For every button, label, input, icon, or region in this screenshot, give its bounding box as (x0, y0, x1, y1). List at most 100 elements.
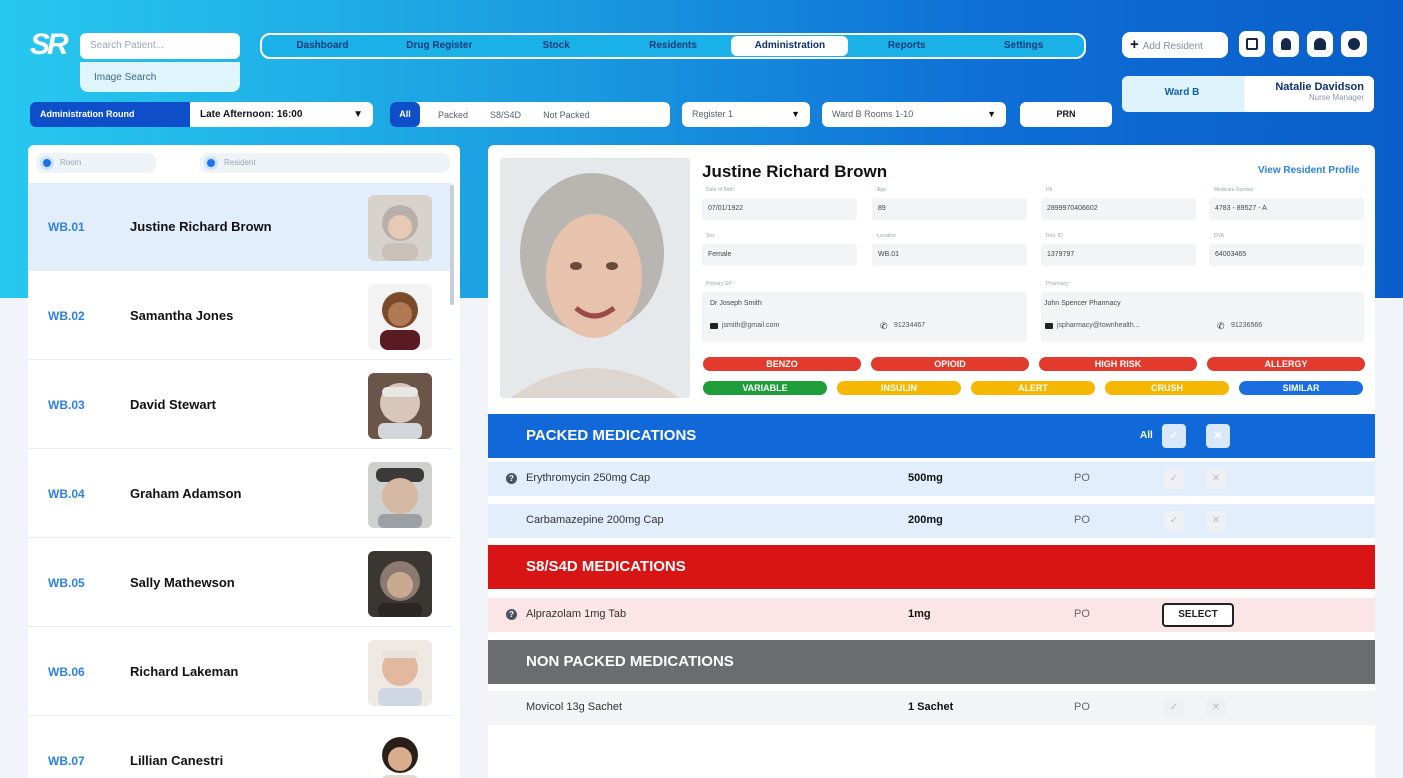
pharmacy-phone[interactable]: 91236566 (1231, 322, 1262, 329)
tag-variable[interactable]: VARIABLE (703, 381, 827, 395)
resident-list-scrollbar[interactable] (450, 185, 454, 305)
phone-icon: ✆ (880, 321, 888, 331)
prn-button[interactable]: PRN (1020, 102, 1112, 127)
tag-insulin[interactable]: INSULIN (837, 381, 961, 395)
field-value: 64003465 (1209, 244, 1364, 266)
rooms-select[interactable]: Ward B Rooms 1-10 ▼ (822, 102, 1006, 127)
resident-name: Sally Mathewson (130, 575, 235, 590)
check-icon[interactable]: ✓ (1164, 511, 1184, 531)
tab-residents[interactable]: Residents (615, 36, 732, 56)
tab-drug-register[interactable]: Drug Register (381, 36, 498, 56)
close-icon[interactable]: ✕ (1206, 698, 1226, 718)
email-icon (1045, 323, 1053, 329)
tag-opioid[interactable]: OPIOID (871, 357, 1029, 371)
resident-search[interactable]: Resident (200, 153, 450, 173)
tag-crush[interactable]: CRUSH (1105, 381, 1229, 395)
tag-benzo[interactable]: BENZO (703, 357, 861, 371)
select-button[interactable]: SELECT (1162, 603, 1234, 627)
tag-high-risk[interactable]: HIGH RISK (1039, 357, 1197, 371)
resident-avatar (368, 373, 432, 439)
resident-name: David Stewart (130, 397, 216, 412)
calendar-icon[interactable] (1239, 31, 1265, 57)
view-resident-profile-link[interactable]: View Resident Profile (1258, 165, 1360, 176)
field-value: 1379797 (1041, 244, 1196, 266)
tab-settings[interactable]: Settings (965, 36, 1082, 56)
close-icon[interactable]: ✕ (1206, 469, 1226, 489)
tab-dashboard[interactable]: Dashboard (264, 36, 381, 56)
info-icon[interactable]: ? (506, 609, 517, 620)
resident-row[interactable]: WB.05 Sally Mathewson (28, 539, 452, 627)
search-patient-input[interactable]: Search Patient... (80, 33, 240, 59)
app-logo[interactable]: SR (30, 28, 70, 68)
round-select[interactable]: Late Afternoon: 16:00 ▼ (190, 102, 373, 127)
ward-label[interactable]: Ward B (1134, 87, 1230, 98)
resident-row[interactable]: WB.07 Lillian Canestri (28, 717, 452, 778)
room-number: WB.03 (48, 398, 85, 412)
rooms-value: Ward B Rooms 1-10 (832, 109, 914, 119)
resident-name: Lillian Canestri (130, 753, 224, 768)
user-card[interactable]: Natalie Davidson Nurse Manager (1244, 76, 1374, 112)
field-label: Sex (706, 233, 715, 239)
tab-reports[interactable]: Reports (848, 36, 965, 56)
filter-packed[interactable]: Packed (438, 110, 468, 120)
tab-administration[interactable]: Administration (731, 36, 849, 56)
resident-row[interactable]: WB.02 Samantha Jones (28, 272, 452, 360)
info-icon[interactable]: ? (506, 473, 517, 484)
administration-round-label: Administration Round (30, 102, 190, 127)
resident-name: Richard Lakeman (130, 664, 239, 679)
med-route: PO (1074, 608, 1090, 620)
main-nav: Dashboard Drug Register Stock Residents … (260, 33, 1086, 59)
field-label: Location (877, 233, 896, 239)
pharmacy-email[interactable]: jspharmacy@townhealth... (1057, 322, 1140, 329)
field-value: 4783 - 89527 - A (1209, 198, 1364, 220)
resident-avatar (368, 551, 432, 617)
field-label: Date of Birth (706, 187, 734, 193)
resident-avatar (368, 284, 432, 350)
logout-icon[interactable] (1341, 31, 1367, 57)
chevron-down-icon: ▼ (791, 109, 800, 119)
field-label: IHI (1046, 187, 1053, 193)
gp-email[interactable]: jsmith@gmail.com (722, 322, 779, 329)
pharmacy-card: John Spencer Pharmacy jspharmacy@townhea… (1041, 292, 1364, 342)
gp-phone[interactable]: 91234467 (894, 322, 925, 329)
room-number: WB.01 (48, 220, 85, 234)
filter-all[interactable]: All (390, 102, 420, 127)
filter-not-packed[interactable]: Not Packed (543, 110, 590, 120)
tag-similar[interactable]: SIMILAR (1239, 381, 1363, 395)
field-value: Female (702, 244, 857, 266)
med-dose: 1mg (908, 608, 931, 620)
phone-icon: ✆ (1217, 321, 1225, 331)
resident-row[interactable]: WB.04 Graham Adamson (28, 450, 452, 538)
med-row[interactable]: ? Alprazolam 1mg Tab 1mg PO SELECT (488, 598, 1375, 632)
tag-alert[interactable]: ALERT (971, 381, 1095, 395)
field-label: Res. ID (1046, 233, 1063, 239)
tag-allergy[interactable]: ALLERGY (1207, 357, 1365, 371)
med-row[interactable]: Movicol 13g Sachet 1 Sachet PO ✓ ✕ (488, 691, 1375, 725)
filter-s8-s4d[interactable]: S8/S4D (490, 110, 521, 120)
add-resident-button[interactable]: + Add Resident (1122, 32, 1228, 58)
med-route: PO (1074, 514, 1090, 526)
register-select[interactable]: Register 1 ▼ (682, 102, 810, 127)
image-search-link[interactable]: Image Search (80, 62, 240, 92)
field-label: Age (877, 187, 886, 193)
med-row[interactable]: Carbamazepine 200mg Cap 200mg PO ✓ ✕ (488, 504, 1375, 538)
user-icon[interactable] (1307, 31, 1333, 57)
resident-row[interactable]: WB.06 Richard Lakeman (28, 628, 452, 716)
med-name: Erythromycin 250mg Cap (526, 472, 651, 484)
radio-icon (40, 156, 54, 170)
reject-all-button[interactable]: ✕ (1206, 424, 1230, 448)
tab-stock[interactable]: Stock (498, 36, 615, 56)
resident-name: Samantha Jones (130, 308, 234, 323)
check-all-button[interactable]: ✓ (1162, 424, 1186, 448)
s8-medications-header: S8/S4D MEDICATIONS (488, 545, 1375, 589)
bell-icon[interactable] (1273, 31, 1299, 57)
close-icon[interactable]: ✕ (1206, 511, 1226, 531)
check-icon[interactable]: ✓ (1164, 698, 1184, 718)
med-row[interactable]: ? Erythromycin 250mg Cap 500mg PO ✓ ✕ (488, 462, 1375, 496)
resident-row[interactable]: WB.01 Justine Richard Brown (28, 183, 452, 271)
field-value: 07/01/1922 (702, 198, 857, 220)
resident-row[interactable]: WB.03 David Stewart (28, 361, 452, 449)
room-search-label: Room (60, 158, 82, 167)
check-icon[interactable]: ✓ (1164, 469, 1184, 489)
room-search[interactable]: Room (36, 153, 156, 173)
